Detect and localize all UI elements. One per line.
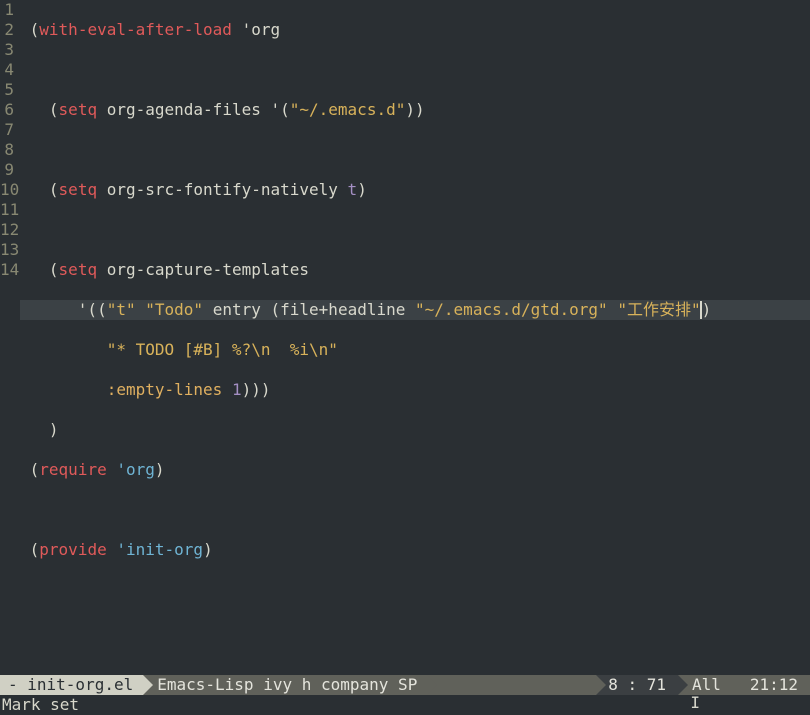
code-line[interactable]: (setq org-src-fontify-natively t) [20,180,810,200]
minibuffer-message: Mark set [2,695,79,714]
code-line[interactable] [20,220,810,240]
code-line[interactable]: (setq org-agenda-files '("~/.emacs.d")) [20,100,810,120]
modeline-position: 8 : 71 [596,675,678,695]
code-line[interactable]: "* TODO [#B] %?\n %i\n" [20,340,810,360]
code-line[interactable]: :empty-lines 1))) [20,380,810,400]
code-line[interactable]: ) [20,420,810,440]
code-buffer[interactable]: (with-eval-after-load 'org (setq org-age… [20,0,810,678]
line-number-gutter: 1 2 3 4 5 6 7 8 9 10 11 12 13 14 [0,0,20,678]
code-line-current[interactable]: '(("t" "Todo" entry (file+headline "~/.e… [20,300,810,320]
minibuffer-cursor-icon: I [690,693,700,713]
code-line[interactable] [20,60,810,80]
minibuffer[interactable]: Mark set I [0,695,810,715]
code-line[interactable]: (require 'org) [20,460,810,480]
modeline-filename[interactable]: - init-org.el [0,675,143,695]
code-line[interactable]: (provide 'init-org) [20,540,810,560]
code-line[interactable] [20,500,810,520]
code-line[interactable] [20,140,810,160]
code-line[interactable]: (setq org-capture-templates [20,260,810,280]
editor-area[interactable]: 1 2 3 4 5 6 7 8 9 10 11 12 13 14 (with-e… [0,0,810,678]
mode-line[interactable]: - init-org.el Emacs-Lisp ivy h company S… [0,675,810,695]
modeline-modes[interactable]: Emacs-Lisp ivy h company SP [143,675,427,695]
modeline-right: All 21:12 [678,675,810,695]
code-line[interactable]: (with-eval-after-load 'org [20,20,810,40]
